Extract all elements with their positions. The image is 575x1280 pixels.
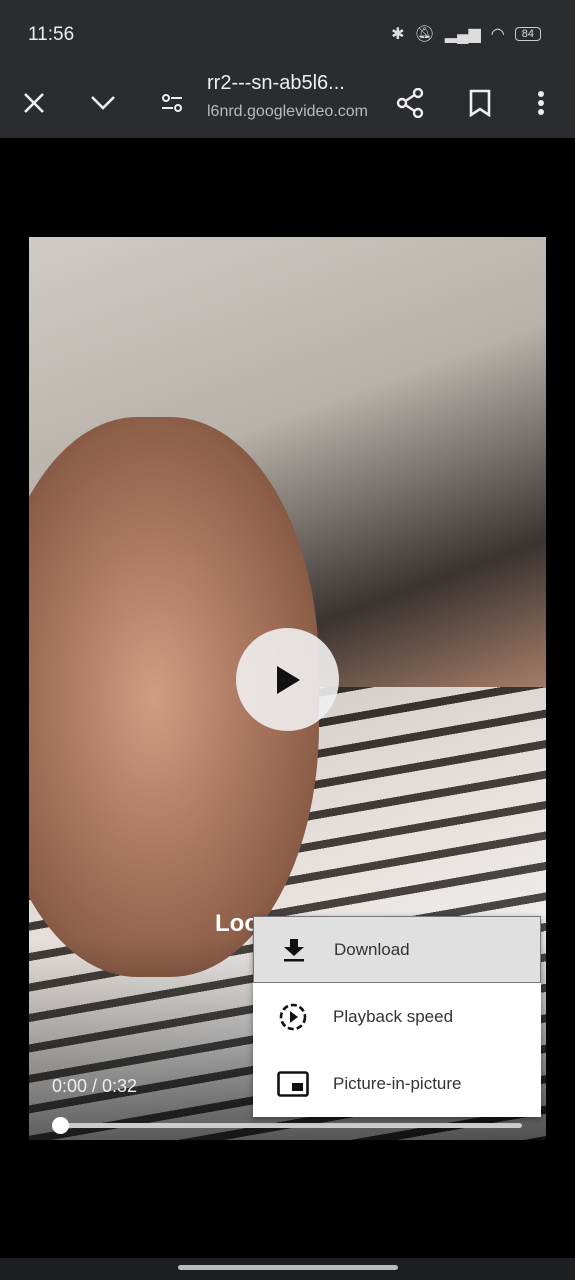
page-url: l6nrd.googlevideo.com xyxy=(207,103,368,120)
status-bar: 11:56 ✱ 🔕︎ ▂▄▆ ◠ 84 xyxy=(0,0,575,68)
share-button[interactable] xyxy=(387,80,433,126)
seek-thumb[interactable] xyxy=(52,1117,69,1134)
more-options-button[interactable] xyxy=(518,80,564,126)
menu-item-label: Playback speed xyxy=(333,1006,454,1026)
minimize-button[interactable] xyxy=(80,80,126,126)
clock: 11:56 xyxy=(28,24,75,45)
wifi-icon: ◠ xyxy=(490,26,505,43)
play-button[interactable] xyxy=(236,628,339,731)
mute-icon: 🔕︎ xyxy=(414,26,435,43)
site-settings-button[interactable] xyxy=(149,80,195,126)
menu-item-download[interactable]: Download xyxy=(253,916,541,983)
playback-speed-icon xyxy=(279,1003,307,1030)
tune-icon xyxy=(162,94,182,112)
menu-item-playback-speed[interactable]: Playback speed xyxy=(253,983,541,1050)
seek-bar[interactable] xyxy=(60,1123,522,1128)
menu-item-label: Download xyxy=(334,939,410,959)
overflow-menu: Download Playback speed Picture-in-pictu… xyxy=(253,916,541,1117)
more-vert-icon xyxy=(538,91,544,115)
bookmark-icon xyxy=(469,89,491,117)
chevron-down-icon xyxy=(91,96,115,110)
pip-icon xyxy=(277,1070,309,1097)
home-gesture-bar[interactable] xyxy=(178,1265,398,1270)
bluetooth-icon: ✱ xyxy=(391,26,405,43)
close-icon xyxy=(24,93,44,113)
menu-item-label: Picture-in-picture xyxy=(333,1073,462,1093)
play-icon xyxy=(276,665,300,694)
battery-icon: 84 xyxy=(514,27,541,41)
time-display: 0:00 / 0:32 xyxy=(52,1076,138,1096)
page-title: rr2---sn-ab5l6... xyxy=(207,72,345,94)
close-button[interactable] xyxy=(11,80,57,126)
download-icon xyxy=(284,938,304,961)
signal-icon: ▂▄▆ xyxy=(444,26,481,43)
bookmark-button[interactable] xyxy=(457,80,503,126)
menu-item-picture-in-picture[interactable]: Picture-in-picture xyxy=(253,1050,541,1117)
share-icon xyxy=(396,88,424,118)
